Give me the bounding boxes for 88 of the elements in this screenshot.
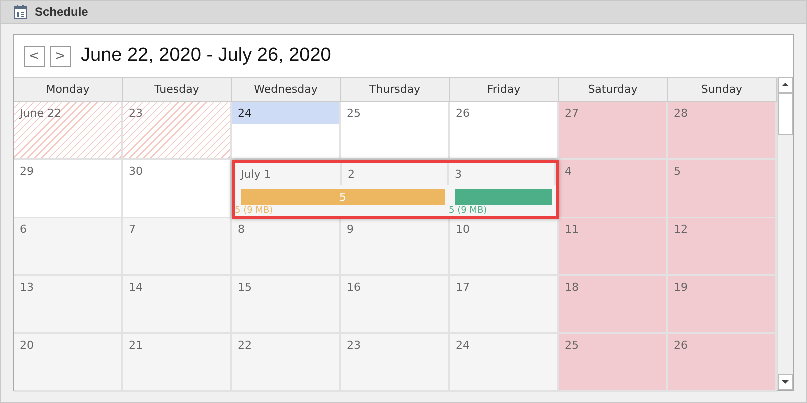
- day-cell[interactable]: 2: [342, 163, 449, 185]
- day-number: 3: [454, 166, 463, 182]
- day-number: 5: [673, 164, 682, 180]
- day-cell[interactable]: 13: [14, 276, 123, 334]
- day-header: Friday: [450, 78, 559, 101]
- day-cell[interactable]: 7: [123, 218, 232, 276]
- day-number: 9: [346, 222, 355, 238]
- event-bar[interactable]: [455, 189, 552, 205]
- day-cell[interactable]: 26: [450, 102, 559, 160]
- window-title: Schedule: [35, 5, 88, 19]
- day-cell[interactable]: 5: [668, 160, 777, 219]
- event-caption: 5 (9 MB): [449, 206, 488, 216]
- day-number: 6: [19, 222, 28, 238]
- day-cell[interactable]: 26: [668, 334, 777, 392]
- day-header: Thursday: [341, 78, 450, 101]
- day-number: 14: [128, 280, 144, 296]
- day-cell[interactable]: 23: [123, 102, 232, 160]
- day-number: 25: [564, 338, 580, 354]
- day-cell[interactable]: 17: [450, 276, 559, 334]
- day-cell[interactable]: 25: [559, 334, 668, 392]
- day-cell[interactable]: 9: [341, 218, 450, 276]
- day-header: Monday: [14, 78, 123, 101]
- day-cell[interactable]: 20: [14, 334, 123, 392]
- day-cell[interactable]: 18: [559, 276, 668, 334]
- day-cell[interactable]: 11: [559, 218, 668, 276]
- next-button[interactable]: >: [50, 46, 71, 66]
- calendar-icon: [14, 5, 27, 19]
- day-number: 25: [346, 106, 362, 122]
- day-number: 13: [19, 280, 35, 296]
- scroll-thumb[interactable]: [778, 93, 793, 135]
- day-number: 2: [347, 166, 356, 182]
- day-number: 24: [455, 338, 471, 354]
- day-number: 30: [128, 164, 144, 180]
- day-number: 19: [673, 280, 689, 296]
- day-number: 27: [564, 106, 580, 122]
- day-number: 23: [346, 338, 362, 354]
- day-number: 7: [128, 222, 137, 238]
- day-number: 29: [19, 164, 35, 180]
- day-cell[interactable]: 19: [668, 276, 777, 334]
- day-cell[interactable]: 3: [449, 163, 556, 185]
- scroll-down-icon[interactable]: [778, 374, 793, 390]
- day-number: 10: [455, 222, 471, 238]
- day-cell[interactable]: 27: [559, 102, 668, 160]
- day-number: June 22: [18, 106, 62, 122]
- scrollbar[interactable]: [777, 77, 793, 390]
- day-cell[interactable]: 22: [232, 334, 341, 392]
- day-number: 11: [564, 222, 580, 238]
- day-cell[interactable]: 15: [232, 276, 341, 334]
- date-range-title: June 22, 2020 - July 26, 2020: [81, 45, 332, 67]
- day-cell[interactable]: 16: [341, 276, 450, 334]
- day-header: Saturday: [559, 78, 668, 101]
- day-number: 26: [455, 106, 471, 122]
- day-cell[interactable]: 24: [232, 102, 341, 160]
- day-number: 8: [237, 222, 246, 238]
- day-cell[interactable]: 8: [232, 218, 341, 276]
- day-cell[interactable]: 24: [450, 334, 559, 392]
- day-number: 24: [232, 102, 339, 124]
- day-number: 21: [128, 338, 144, 354]
- day-number: 17: [455, 280, 471, 296]
- day-number: 28: [673, 106, 689, 122]
- day-cell[interactable]: 21: [123, 334, 232, 392]
- previous-button[interactable]: <: [24, 46, 45, 66]
- day-number: 12: [673, 222, 689, 238]
- day-cell[interactable]: 25: [341, 102, 450, 160]
- day-number: 22: [237, 338, 253, 354]
- day-number: 4: [564, 164, 573, 180]
- day-number: 16: [346, 280, 362, 296]
- day-cell[interactable]: July 1: [235, 163, 342, 185]
- day-number: 20: [19, 338, 35, 354]
- day-header: Tuesday: [123, 78, 232, 101]
- event-caption: 5 (9 MB): [235, 206, 274, 216]
- day-number: July 1: [240, 166, 272, 182]
- day-number: 23: [128, 106, 144, 122]
- day-cell[interactable]: 10: [450, 218, 559, 276]
- day-header: Wednesday: [232, 78, 341, 101]
- day-cell[interactable]: June 22: [14, 102, 123, 160]
- day-cell[interactable]: 6: [14, 218, 123, 276]
- day-number: 15: [237, 280, 253, 296]
- day-cell[interactable]: 30: [123, 160, 232, 219]
- day-cell[interactable]: 12: [668, 218, 777, 276]
- day-cell[interactable]: 4: [559, 160, 668, 219]
- day-number: 18: [564, 280, 580, 296]
- day-number: 26: [673, 338, 689, 354]
- day-cell[interactable]: 29: [14, 160, 123, 219]
- day-cell[interactable]: 14: [123, 276, 232, 334]
- scroll-up-icon[interactable]: [778, 77, 793, 93]
- day-cell[interactable]: 23: [341, 334, 450, 392]
- day-cell[interactable]: 28: [668, 102, 777, 160]
